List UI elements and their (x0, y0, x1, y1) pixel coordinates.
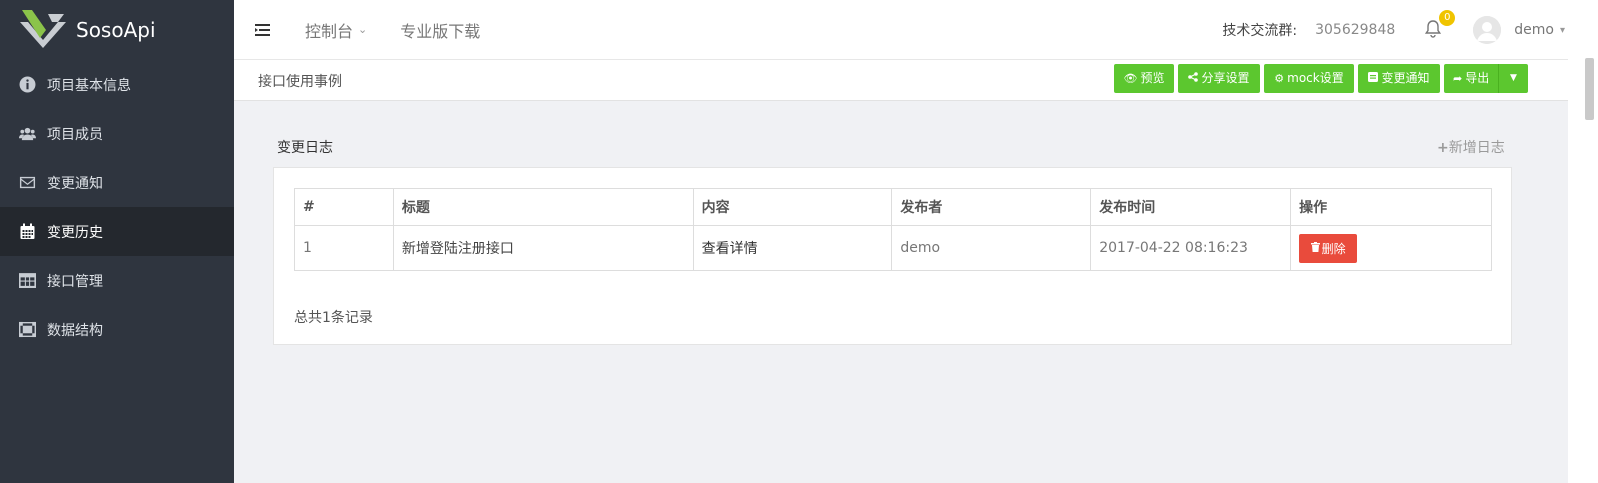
eye-icon: 👁 (1123, 72, 1138, 85)
changelog-table: # 标题 内容 发布者 发布时间 操作 1 新增登陆注册接口 查看详情 demo… (294, 188, 1492, 271)
structure-icon (18, 321, 36, 339)
plus-icon: + (1437, 140, 1449, 156)
row-publisher: demo (891, 225, 1092, 271)
column-header: 发布者 (891, 188, 1092, 226)
envelope-icon (18, 174, 36, 192)
change-notify-button[interactable]: 变更通知 (1358, 64, 1440, 93)
pro-download-link[interactable]: 专业版下载 (400, 18, 480, 42)
page-title: 接口使用事例 (258, 74, 342, 90)
add-log-label: 新增日志 (1448, 140, 1505, 156)
column-header: 标题 (392, 188, 694, 226)
avatar[interactable] (1473, 16, 1502, 44)
sidebar-item-api-manage[interactable]: 接口管理 (0, 256, 234, 305)
qq-group-value: 305629848 (1315, 22, 1396, 38)
sidebar-item-change-history[interactable]: 变更历史 (0, 207, 234, 256)
sidebar: SosoApi 项目基本信息 项目成员 变更通知 变更历史 接口管理 数据结构 (0, 0, 234, 483)
sidebar-item-project-info[interactable]: 项目基本信息 (0, 60, 234, 109)
share-settings-button[interactable]: 分享设置 (1178, 64, 1260, 93)
gears-icon: ⚙ (1274, 72, 1285, 85)
mock-settings-button[interactable]: ⚙ mock设置 (1264, 64, 1354, 93)
export-dropdown-toggle[interactable]: ▼ (1498, 64, 1528, 93)
notification-bell[interactable]: 0 (1425, 10, 1456, 40)
change-notify-label: 变更通知 (1381, 71, 1430, 85)
mock-settings-label: mock设置 (1287, 71, 1344, 85)
info-circle-icon (18, 76, 36, 94)
changelog-card: # 标题 内容 发布者 发布时间 操作 1 新增登陆注册接口 查看详情 demo… (273, 167, 1512, 345)
toolbar: 👁 预览 分享设置 ⚙ mock设置 变更通知 ➦ 导出 ▼ (1110, 64, 1528, 93)
table-header-row: # 标题 内容 发布者 发布时间 操作 (294, 188, 1492, 226)
share-arrow-icon: ➦ (1453, 72, 1463, 85)
scrollbar-thumb[interactable] (1585, 58, 1594, 120)
export-label: 导出 (1465, 71, 1490, 85)
row-id: 1 (294, 225, 394, 271)
caret-down-icon[interactable]: ▾ (1560, 25, 1565, 36)
app-name: SosoApi (76, 18, 156, 42)
delete-button[interactable]: 删除 (1299, 233, 1358, 263)
sidebar-item-data-structure[interactable]: 数据结构 (0, 305, 234, 354)
table-icon (18, 272, 36, 290)
delete-label: 删除 (1321, 241, 1346, 256)
column-header: # (294, 188, 394, 226)
logo-icon (18, 8, 68, 52)
menu-toggle-icon[interactable] (252, 20, 272, 40)
row-actions: 删除 (1290, 225, 1492, 271)
sidebar-item-label: 接口管理 (47, 273, 103, 290)
pro-download-label: 专业版下载 (400, 21, 481, 41)
sidebar-item-label: 变更通知 (47, 175, 103, 192)
notify-icon (1368, 64, 1379, 93)
chevron-down-icon: ⌄ (358, 23, 368, 36)
username[interactable]: demo (1514, 22, 1554, 38)
preview-button[interactable]: 👁 预览 (1114, 64, 1174, 93)
sidebar-item-project-members[interactable]: 项目成员 (0, 109, 234, 158)
sidebar-item-label: 数据结构 (47, 322, 103, 339)
view-details-link[interactable]: 查看详情 (692, 225, 893, 271)
console-menu[interactable]: 控制台 ⌄ (305, 18, 367, 42)
scrollbar[interactable] (1568, 0, 1598, 483)
sidebar-item-label: 项目成员 (47, 126, 103, 143)
trash-icon (1310, 241, 1320, 255)
qq-group-label: 技术交流群: (1222, 23, 1298, 39)
share-settings-label: 分享设置 (1201, 71, 1250, 85)
console-label: 控制台 (305, 21, 354, 41)
sidebar-item-label: 变更历史 (47, 224, 103, 241)
row-title: 新增登陆注册接口 (392, 225, 694, 271)
add-log-button[interactable]: +新增日志 (1437, 137, 1505, 157)
top-right-area: 技术交流群: 305629848 0 demo ▾ (1222, 0, 1568, 60)
total-records: 总共1条记录 (294, 310, 373, 326)
share-icon (1188, 64, 1199, 93)
row-publish-time: 2017-04-22 08:16:23 (1090, 225, 1292, 271)
logo[interactable]: SosoApi (0, 0, 234, 60)
subheader: 接口使用事例 👁 预览 分享设置 ⚙ mock设置 变更通知 ➦ 导出 ▼ (234, 60, 1568, 101)
sidebar-item-label: 项目基本信息 (47, 77, 131, 94)
calendar-icon (18, 223, 36, 241)
preview-button-label: 预览 (1140, 71, 1165, 85)
users-icon (18, 125, 36, 143)
bell-icon (1425, 20, 1442, 38)
sidebar-item-change-notify[interactable]: 变更通知 (0, 158, 234, 207)
export-button[interactable]: ➦ 导出 ▼ (1444, 64, 1528, 93)
column-header: 内容 (692, 188, 893, 226)
notification-badge: 0 (1439, 10, 1456, 26)
top-navbar: 控制台 ⌄ 专业版下载 技术交流群: 305629848 0 demo ▾ (234, 0, 1568, 60)
column-header: 发布时间 (1090, 188, 1292, 226)
table-row: 1 新增登陆注册接口 查看详情 demo 2017-04-22 08:16:23… (294, 225, 1492, 271)
section-title: 变更日志 (277, 140, 333, 156)
column-header: 操作 (1290, 188, 1492, 226)
